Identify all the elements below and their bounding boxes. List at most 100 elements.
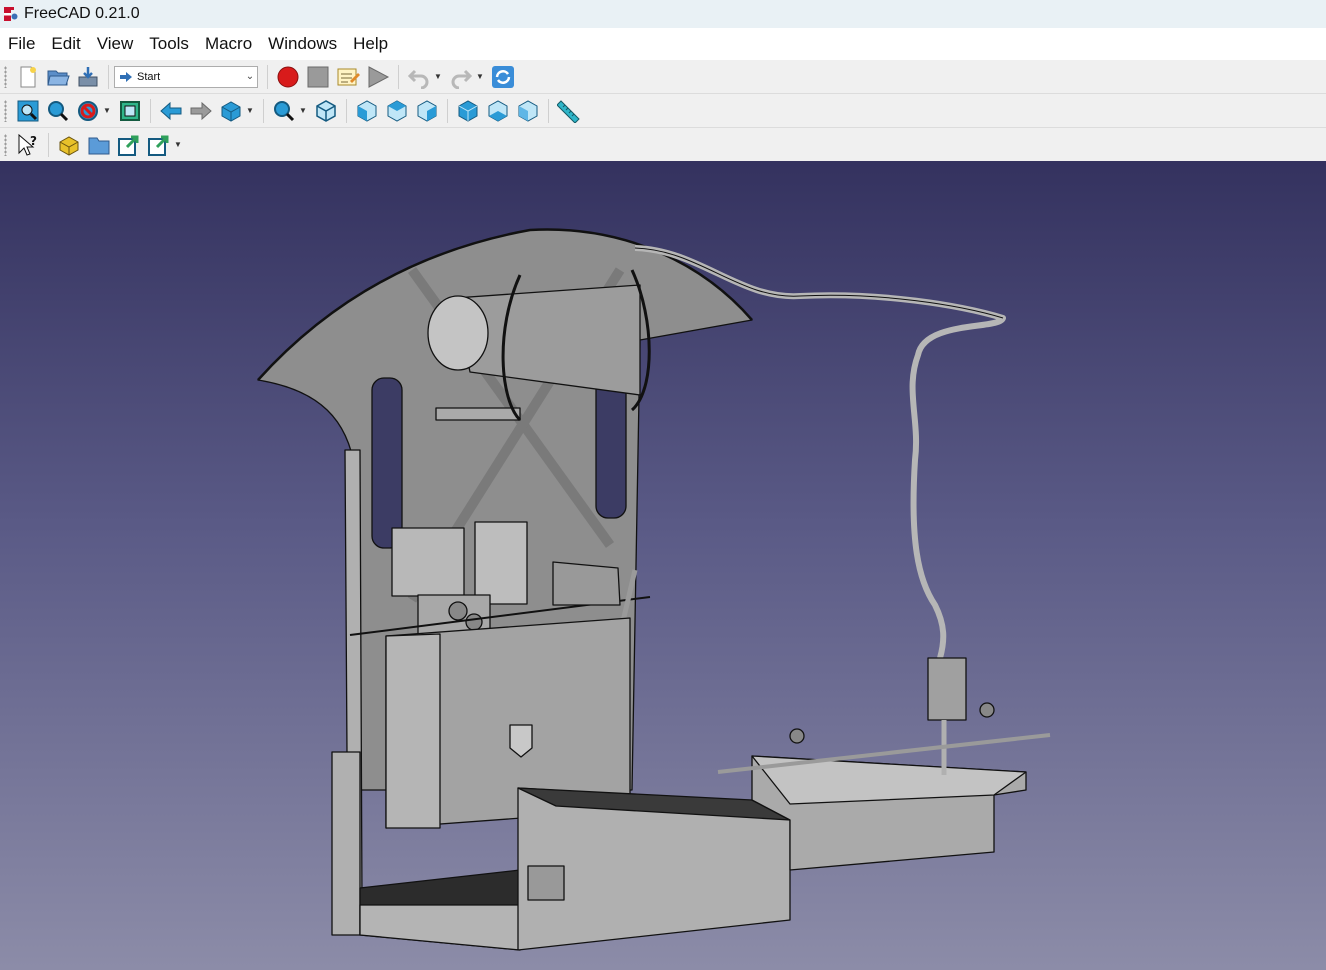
menu-bar: File Edit View Tools Macro Windows Help	[0, 28, 1326, 60]
macro-run-button[interactable]	[364, 63, 392, 91]
zoom-button[interactable]	[270, 97, 298, 125]
bounding-box-icon	[120, 100, 140, 121]
toolbar-view: ▼ ▼ ▼	[0, 94, 1326, 128]
isometric-view-button[interactable]	[312, 97, 340, 125]
std-views-button[interactable]	[217, 97, 245, 125]
cab-footplate	[359, 904, 521, 951]
3d-viewport[interactable]	[0, 161, 1326, 970]
toolbar-separator	[548, 98, 549, 123]
toolbar-separator	[48, 132, 49, 157]
macro-edit-button[interactable]	[334, 63, 362, 91]
right-view-button[interactable]	[413, 97, 441, 125]
toolbar-file-macro: Start ⌄ ▼ ▼	[0, 60, 1326, 94]
cab-shelf	[435, 407, 521, 421]
cab-tank-end	[427, 295, 489, 371]
cab-gauge-plate	[474, 521, 528, 605]
toolbar-grip[interactable]	[4, 99, 7, 122]
fit-selection-button[interactable]	[44, 97, 72, 125]
top-view-button[interactable]	[383, 97, 411, 125]
workbench-label: Start	[137, 70, 161, 83]
new-document-button[interactable]	[14, 63, 42, 91]
open-document-button[interactable]	[44, 63, 72, 91]
toolbar-separator	[108, 64, 109, 89]
macro-record-icon	[277, 66, 299, 87]
back-icon	[160, 101, 182, 120]
cab-right-window	[595, 377, 627, 519]
link-actions-dropdown-icon[interactable]: ▼	[174, 131, 182, 159]
macro-run-icon	[368, 65, 390, 88]
redo-dropdown-icon[interactable]: ▼	[476, 63, 484, 91]
undo-dropdown-icon[interactable]: ▼	[434, 63, 442, 91]
menu-view[interactable]: View	[89, 34, 142, 54]
create-group-button[interactable]	[85, 131, 113, 159]
bottom-view-button[interactable]	[484, 97, 512, 125]
toolbar-grip[interactable]	[4, 133, 7, 156]
link-actions-icon	[148, 135, 169, 156]
menu-macro[interactable]: Macro	[197, 34, 260, 54]
menu-tools[interactable]: Tools	[141, 34, 197, 54]
zoom-dropdown-icon[interactable]: ▼	[299, 97, 307, 125]
cab-valve-wheel	[789, 728, 805, 744]
workbench-selector[interactable]: Start ⌄	[114, 65, 258, 88]
window-title: FreeCAD 0.21.0	[24, 5, 140, 22]
save-document-button[interactable]	[74, 63, 102, 91]
create-link-icon	[118, 135, 139, 156]
cab-floor	[331, 751, 361, 936]
rear-view-button[interactable]	[454, 97, 482, 125]
toolbar-grip[interactable]	[4, 65, 7, 88]
forward-button[interactable]	[187, 97, 215, 125]
front-view-button[interactable]	[353, 97, 381, 125]
draw-style-icon	[78, 100, 98, 121]
cab-gauge	[448, 601, 468, 621]
macro-record-button[interactable]	[274, 63, 302, 91]
whats-this-button[interactable]: ?	[14, 131, 42, 159]
create-part-button[interactable]	[55, 131, 83, 159]
create-link-button[interactable]	[115, 131, 143, 159]
whats-this-icon: ?	[18, 133, 37, 156]
refresh-icon	[492, 65, 514, 88]
bounding-box-button[interactable]	[116, 97, 144, 125]
forward-icon	[190, 101, 212, 120]
menu-edit[interactable]: Edit	[43, 34, 88, 54]
menu-help[interactable]: Help	[345, 34, 396, 54]
cab-firebox-front	[385, 633, 441, 829]
macro-stop-button[interactable]	[304, 63, 332, 91]
create-part-icon	[59, 135, 79, 156]
link-actions-button[interactable]	[145, 131, 173, 159]
cab-valve-wheel	[979, 702, 995, 718]
undo-icon	[407, 69, 429, 89]
toolbar-separator	[267, 64, 268, 89]
refresh-button[interactable]	[489, 63, 517, 91]
left-view-icon	[518, 99, 538, 122]
zoom-icon	[274, 100, 295, 121]
cab-injector	[927, 657, 967, 721]
back-button[interactable]	[157, 97, 185, 125]
workbench-arrow-icon	[120, 71, 132, 82]
front-view-icon	[357, 99, 377, 122]
draw-style-dropdown-icon[interactable]: ▼	[103, 97, 111, 125]
cab-model[interactable]	[0, 161, 1326, 970]
cab-left-window	[371, 377, 403, 549]
redo-icon	[451, 69, 473, 89]
cab-gauge	[465, 613, 483, 631]
fit-all-button[interactable]	[14, 97, 42, 125]
isometric-view-icon	[316, 99, 336, 122]
measure-icon	[557, 99, 580, 123]
macro-edit-icon	[337, 68, 360, 85]
left-view-button[interactable]	[514, 97, 542, 125]
std-views-icon	[221, 100, 241, 122]
menu-windows[interactable]: Windows	[260, 34, 345, 54]
std-views-dropdown-icon[interactable]: ▼	[246, 97, 254, 125]
measure-button[interactable]	[555, 97, 583, 125]
menu-file[interactable]: File	[0, 34, 43, 54]
toolbar-separator	[263, 98, 264, 123]
draw-style-button[interactable]	[74, 97, 102, 125]
cab-valve-block	[391, 527, 465, 597]
redo-button[interactable]	[447, 63, 475, 91]
cab-lever-head	[552, 561, 621, 606]
undo-button[interactable]	[405, 63, 433, 91]
toolbar-separator	[346, 98, 347, 123]
toolbar-separator	[447, 98, 448, 123]
title-bar: FreeCAD 0.21.0	[0, 0, 1326, 28]
rear-view-icon	[458, 99, 478, 122]
